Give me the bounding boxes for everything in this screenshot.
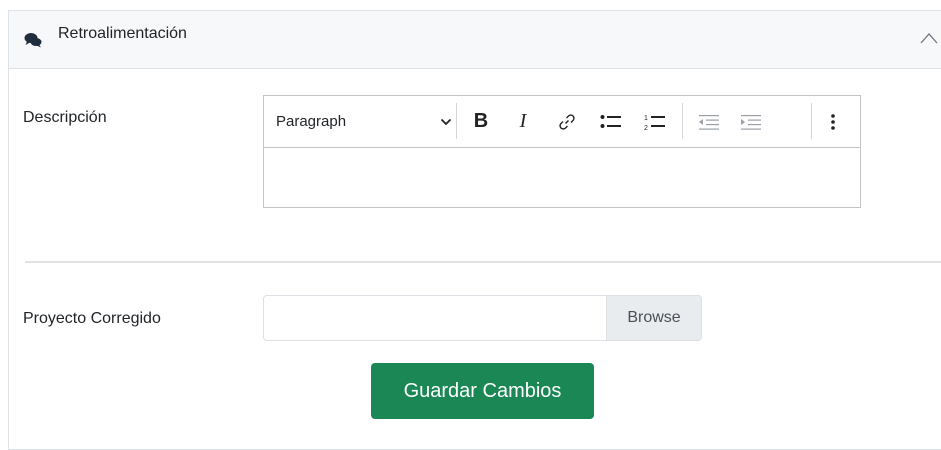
comments-icon xyxy=(24,33,42,48)
save-changes-button[interactable]: Guardar Cambios xyxy=(371,363,594,419)
link-icon xyxy=(559,113,575,130)
indent-icon xyxy=(741,114,761,130)
description-label: Descripción xyxy=(23,109,107,126)
numbered-list-button[interactable]: 1 2 xyxy=(638,96,672,147)
more-options-button[interactable] xyxy=(820,96,846,147)
rich-text-editor: Paragraph B I 1 2 xyxy=(263,95,861,208)
more-vertical-icon xyxy=(831,113,835,130)
feedback-card: Retroalimentación Descripción Paragraph … xyxy=(8,10,941,450)
svg-text:1: 1 xyxy=(644,115,648,122)
indent-button[interactable] xyxy=(734,96,768,147)
bold-button[interactable]: B xyxy=(466,96,496,147)
outdent-button[interactable] xyxy=(692,96,726,147)
outdent-icon xyxy=(699,114,719,130)
italic-button[interactable]: I xyxy=(508,96,538,147)
card-title: Retroalimentación xyxy=(58,25,187,42)
svg-text:2: 2 xyxy=(644,125,648,131)
browse-button[interactable]: Browse xyxy=(606,296,701,340)
link-button[interactable] xyxy=(552,96,582,147)
numbered-list-icon: 1 2 xyxy=(644,115,665,131)
toolbar-separator xyxy=(811,103,812,139)
editor-toolbar: Paragraph B I 1 2 xyxy=(264,96,860,148)
heading-dropdown[interactable]: Paragraph xyxy=(276,96,452,147)
chevron-down-icon xyxy=(440,118,452,125)
toolbar-separator xyxy=(682,103,683,139)
corrected-project-file-input[interactable]: Browse xyxy=(263,295,702,341)
editor-content[interactable] xyxy=(264,148,860,207)
toolbar-separator xyxy=(456,103,457,139)
bold-icon: B xyxy=(473,110,489,132)
heading-dropdown-label: Paragraph xyxy=(276,113,347,130)
card-header[interactable]: Retroalimentación xyxy=(9,11,941,69)
corrected-project-label: Proyecto Corregido xyxy=(23,310,161,327)
italic-icon: I xyxy=(519,110,527,132)
chevron-up-icon[interactable] xyxy=(920,32,938,44)
bulleted-list-button[interactable] xyxy=(594,96,628,147)
section-divider xyxy=(25,261,941,263)
bulleted-list-icon xyxy=(600,114,621,128)
